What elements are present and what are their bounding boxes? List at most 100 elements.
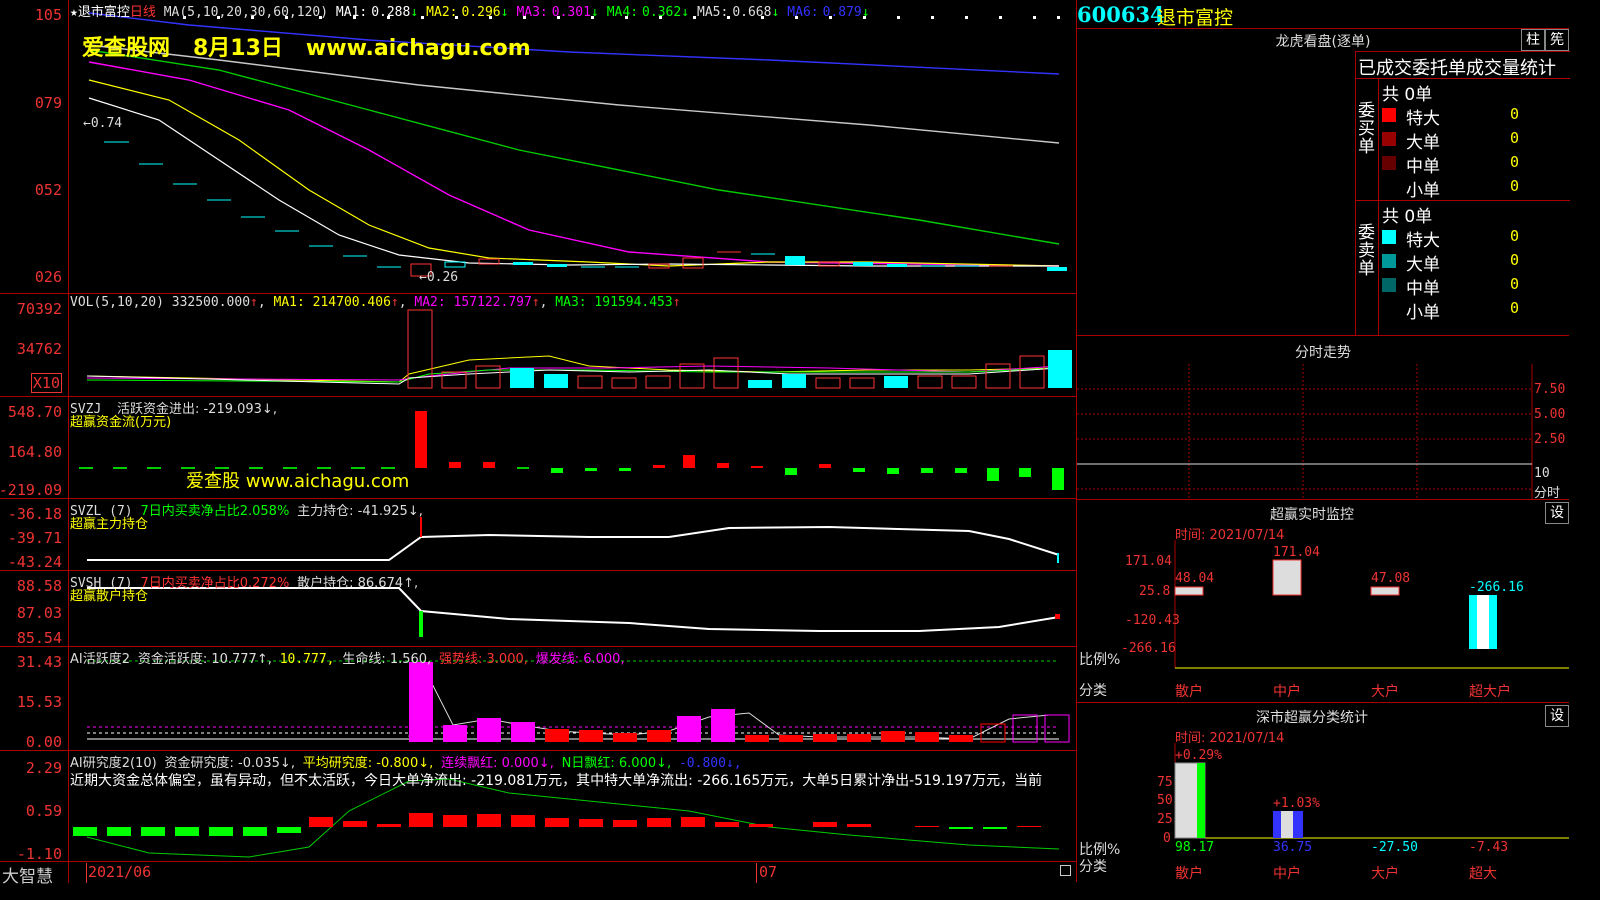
y-tick: -120.43 bbox=[1125, 613, 1180, 628]
buy-total: 共 0单 bbox=[1382, 85, 1433, 105]
y-tick: 548.70 bbox=[7, 403, 62, 421]
class-value: -7.43 bbox=[1469, 840, 1509, 855]
y-tick: 105 bbox=[34, 6, 62, 24]
stock-header: 600634 退市富控 bbox=[1076, 0, 1569, 29]
sell-color-swatch bbox=[1382, 230, 1396, 244]
stock-code: 600634 bbox=[1077, 2, 1165, 27]
buy-row-value: 0 bbox=[1510, 129, 1520, 147]
y-tick: 2.29 bbox=[25, 759, 62, 777]
bar-value: 47.08 bbox=[1371, 571, 1411, 586]
monitor-panel[interactable]: 超赢实时监控 设 时间: 2021/07/14 171.04 25.8 -120… bbox=[1076, 500, 1569, 703]
svzl-subtitle: 超赢主力持仓 bbox=[70, 517, 149, 532]
category-label: 大户 bbox=[1371, 866, 1399, 882]
order-stats-title: 已成交委托单成交量统计 bbox=[1358, 58, 1556, 79]
buy-color-swatch bbox=[1382, 156, 1396, 170]
y-tick: 75 bbox=[1157, 775, 1173, 790]
date-axis: 大智慧 2021/06 07 bbox=[0, 861, 1076, 887]
sell-color-swatch bbox=[1382, 302, 1396, 316]
buy-row-name: 特大 bbox=[1406, 109, 1440, 129]
price-panel[interactable]: 105 079 052 026 ←0.74 ←0.26 ★退市富控日线 MA(5… bbox=[0, 0, 1076, 294]
svsh-panel[interactable]: 88.58 87.03 85.54 SVSH (7) 7日内买卖净占比0.272… bbox=[0, 571, 1076, 647]
vol-title: VOL(5,10,20) 332500.000↑, MA1: 214700.40… bbox=[70, 295, 681, 310]
ratio-label: 比例% bbox=[1079, 652, 1121, 668]
bar-value: 171.04 bbox=[1273, 545, 1320, 560]
buy-color-swatch bbox=[1382, 108, 1396, 122]
y-tick: 5.00 bbox=[1534, 407, 1566, 422]
ma-value-1: MA1: 0.288↓ bbox=[335, 5, 419, 20]
y-tick: 0.00 bbox=[25, 733, 62, 751]
bar-value: 48.04 bbox=[1175, 571, 1215, 586]
low-price-marker: ←0.26 bbox=[419, 270, 459, 285]
y-tick: -219.09 bbox=[0, 481, 62, 499]
analysis-text: 近期大资金总体偏空，虽有异动，但不太活跃，今日大单净流出: -219.081万元… bbox=[70, 773, 1043, 789]
bottom-watermark: 爱查股 www.aichagu.com bbox=[186, 471, 410, 492]
filter-button[interactable]: 筅 bbox=[1545, 29, 1569, 51]
vol-unit: X10 bbox=[30, 373, 62, 393]
svzl-panel[interactable]: -36.18 -39.71 -43.24 SVZL (7) 7日内买卖净占比2.… bbox=[0, 499, 1076, 571]
price-candles bbox=[104, 141, 1067, 277]
ai-active-title: AI活跃度2 资金活跃度: 10.777↑, 10.777, 生命线: 1.56… bbox=[70, 652, 625, 667]
y-tick: 88.58 bbox=[16, 577, 62, 595]
y-tick: 34762 bbox=[16, 340, 62, 358]
y-tick: 026 bbox=[34, 268, 62, 286]
y-tick: 87.03 bbox=[16, 604, 62, 622]
sell-total: 共 0单 bbox=[1382, 207, 1433, 227]
y-tick: 10 bbox=[1534, 466, 1550, 481]
ai-research-y-axis: 2.29 0.59 -1.10 bbox=[0, 751, 69, 863]
buy-color-swatch bbox=[1382, 132, 1396, 146]
dragon-title: 龙虎看盘(逐单) bbox=[1275, 34, 1371, 50]
svsh-subtitle: 超赢散户持仓 bbox=[70, 589, 149, 604]
ai-research-panel[interactable]: 2.29 0.59 -1.10 AI研究度2(10) 资金研究度: -0.035… bbox=[0, 751, 1076, 863]
buy-orders-label: 委买单 bbox=[1358, 101, 1375, 157]
sell-row-name: 中单 bbox=[1406, 279, 1440, 299]
high-price-marker: ←0.74 bbox=[83, 116, 123, 131]
class-value: 98.17 bbox=[1175, 840, 1215, 855]
svsh-y-axis: 88.58 87.03 85.54 bbox=[0, 571, 69, 647]
sell-orders-label: 委卖单 bbox=[1358, 223, 1375, 279]
sell-row-value: 0 bbox=[1510, 299, 1520, 317]
price-y-axis: 105 079 052 026 bbox=[0, 0, 69, 293]
date-label-2: 07 bbox=[759, 863, 778, 881]
category-label: 超大 bbox=[1469, 866, 1497, 882]
sell-row-name: 特大 bbox=[1406, 231, 1440, 251]
bar-toggle-button[interactable]: 柱 bbox=[1521, 29, 1545, 51]
buy-row-value: 0 bbox=[1510, 153, 1520, 171]
y-tick: 25.8 bbox=[1139, 584, 1171, 599]
y-tick: -266.16 bbox=[1121, 641, 1176, 656]
category-label: 中户 bbox=[1273, 684, 1301, 700]
buy-row-name: 中单 bbox=[1406, 157, 1440, 177]
sell-row-value: 0 bbox=[1510, 251, 1520, 269]
stock-name: 退市富控 bbox=[1157, 7, 1234, 29]
ai-research-title: AI研究度2(10) 资金研究度: -0.035↓, 平均研究度: -0.800… bbox=[70, 756, 742, 771]
y-tick: 7.50 bbox=[1534, 382, 1566, 397]
monitor-settings-button[interactable]: 设 bbox=[1545, 502, 1569, 524]
intraday-panel[interactable]: 分时走势 7.50 5.00 2.50 10 分时 bbox=[1076, 336, 1569, 501]
ma-value-3: MA3: 0.301↓ bbox=[516, 5, 599, 20]
y-tick: 85.54 bbox=[16, 629, 62, 647]
buy-color-swatch bbox=[1382, 180, 1396, 194]
lock-icon[interactable] bbox=[1060, 865, 1071, 876]
sell-color-swatch bbox=[1382, 278, 1396, 292]
sell-row-value: 0 bbox=[1510, 227, 1520, 245]
ma-value-2: MA2: 0.296↓ bbox=[426, 5, 509, 20]
bar-top-value: +1.03% bbox=[1273, 796, 1320, 811]
class-label: 分类 bbox=[1079, 683, 1107, 699]
sell-color-swatch bbox=[1382, 254, 1396, 268]
y-tick: 70392 bbox=[16, 300, 62, 318]
y-tick: 164.80 bbox=[7, 443, 62, 461]
y-tick: 15.53 bbox=[16, 693, 62, 711]
class-stats-panel[interactable]: 深市超赢分类统计 设 时间: 2021/07/14 +0.29% +1.03% … bbox=[1076, 703, 1569, 882]
class-stats-settings-button[interactable]: 设 bbox=[1545, 705, 1569, 727]
dragon-panel[interactable]: 龙虎看盘(逐单) 柱 筅 已成交委托单成交量统计 委买单 共 0单 特大 0 大单 0… bbox=[1076, 29, 1570, 336]
brand-label: 大智慧 bbox=[2, 867, 53, 887]
order-stats: 已成交委托单成交量统计 委买单 共 0单 特大 0 大单 0 中单 0 小单 0 委卖单 共 … bbox=[1355, 51, 1570, 336]
class-value: 36.75 bbox=[1273, 840, 1313, 855]
ai-active-panel[interactable]: 31.43 15.53 0.00 AI活跃度2 资金活跃度: 10.777↑, … bbox=[0, 647, 1076, 751]
y-tick: -36.18 bbox=[7, 505, 62, 523]
category-label: 超大户 bbox=[1469, 684, 1511, 700]
y-tick: 0 bbox=[1163, 831, 1171, 846]
sell-row-value: 0 bbox=[1510, 275, 1520, 293]
volume-panel[interactable]: 70392 34762 X10 VOL(5,10,20) 332500.000↑… bbox=[0, 294, 1076, 397]
class-label: 分类 bbox=[1079, 859, 1107, 875]
svzj-panel[interactable]: 548.70 164.80 -219.09 SVZJ 活跃资金进出: -219.… bbox=[0, 397, 1076, 499]
